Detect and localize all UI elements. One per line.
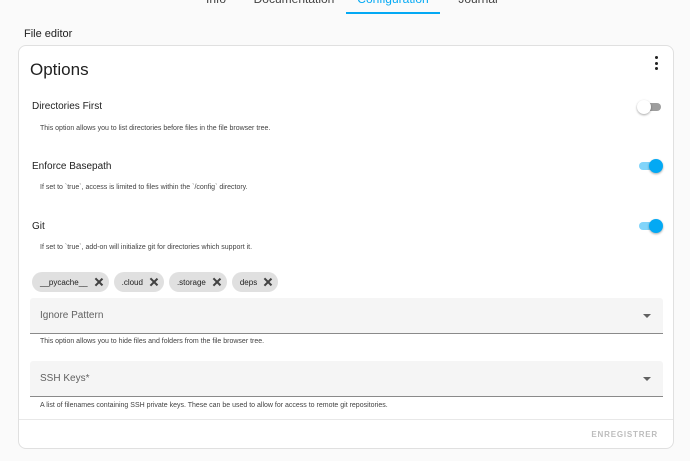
option-desc-directories-first: This option allows you to list directori… bbox=[40, 125, 271, 132]
option-desc-enforce-basepath: If set to `true`, access is limited to f… bbox=[40, 184, 248, 191]
option-label-git: Git bbox=[32, 221, 45, 232]
tab-documentation[interactable]: Documentation bbox=[252, 0, 336, 14]
option-label-enforce-basepath: Enforce Basepath bbox=[32, 161, 112, 172]
kebab-menu-icon[interactable] bbox=[651, 56, 661, 70]
toggle-git[interactable] bbox=[638, 219, 663, 233]
chip-list: __pycache__ .cloud .storage deps bbox=[32, 272, 279, 292]
save-button[interactable]: ENREGISTRER bbox=[591, 430, 658, 439]
dropdown-arrow-icon bbox=[643, 314, 651, 318]
toggle-directories-first[interactable] bbox=[637, 100, 662, 114]
chip-pycache[interactable]: __pycache__ bbox=[32, 272, 109, 292]
options-card: Options Directories First This option al… bbox=[18, 45, 674, 449]
close-icon[interactable] bbox=[264, 278, 272, 286]
card-title: Options bbox=[30, 60, 89, 79]
ignore-pattern-select[interactable]: Ignore Pattern bbox=[30, 298, 663, 334]
close-icon[interactable] bbox=[95, 278, 103, 286]
tab-info[interactable]: Info bbox=[196, 0, 236, 14]
dropdown-arrow-icon bbox=[643, 377, 651, 381]
ssh-keys-label: SSH Keys* bbox=[40, 373, 90, 384]
tab-bar: Info Documentation Configuration Journal bbox=[0, 0, 690, 14]
active-tab-indicator bbox=[346, 12, 440, 14]
close-icon[interactable] bbox=[150, 278, 158, 286]
ignore-pattern-help: This option allows you to hide files and… bbox=[40, 338, 265, 345]
toggle-enforce-basepath[interactable] bbox=[638, 159, 663, 173]
option-label-directories-first: Directories First bbox=[32, 101, 103, 112]
chip-deps[interactable]: deps bbox=[231, 272, 279, 292]
section-title: File editor bbox=[24, 28, 73, 40]
ssh-keys-select[interactable]: SSH Keys* bbox=[30, 361, 663, 397]
close-icon[interactable] bbox=[213, 278, 221, 286]
ssh-keys-help: A list of filenames containing SSH priva… bbox=[40, 402, 388, 409]
tab-journal[interactable]: Journal bbox=[448, 0, 508, 14]
chip-cloud[interactable]: .cloud bbox=[113, 272, 164, 292]
ignore-pattern-label: Ignore Pattern bbox=[40, 310, 104, 321]
card-divider bbox=[19, 419, 673, 420]
chip-storage[interactable]: .storage bbox=[168, 272, 227, 292]
option-desc-git: If set to `true`, add-on will initialize… bbox=[40, 244, 253, 251]
